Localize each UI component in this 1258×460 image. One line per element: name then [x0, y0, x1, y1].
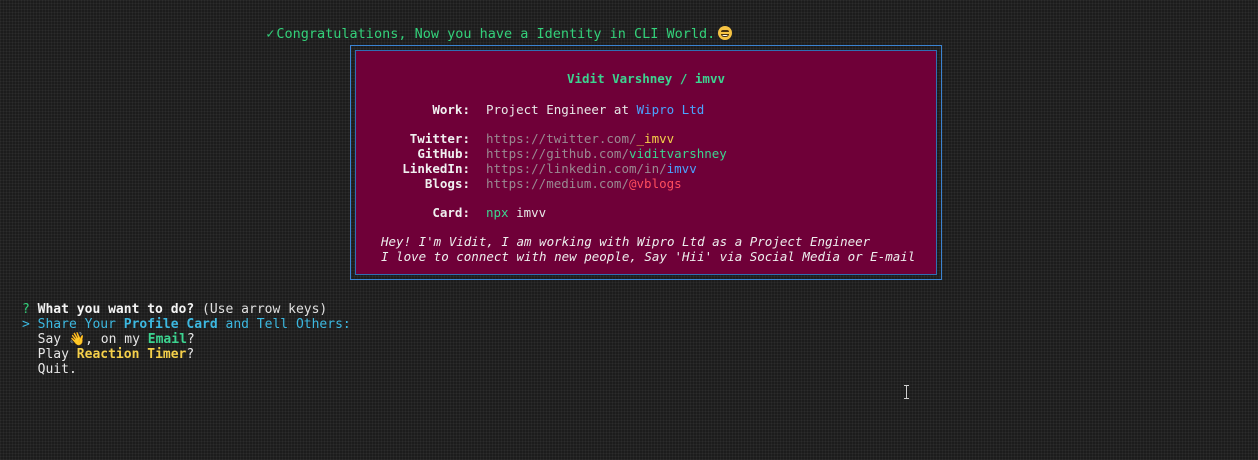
twitter-link[interactable]: https://twitter.com/_imvv	[486, 131, 674, 146]
grinning-face-icon	[718, 26, 733, 40]
package-name: imvv	[508, 205, 547, 220]
github-link[interactable]: https://github.com/viditvarshney	[486, 146, 727, 161]
option-text: Quit.	[37, 362, 77, 377]
work-value: Project Engineer at Wipro Ltd	[486, 102, 704, 117]
waving-hand-icon: 👋	[68, 332, 86, 347]
option-text-end: ?	[186, 347, 195, 362]
linkedin-handle: imvv	[666, 161, 697, 176]
option-text: Share Your	[37, 317, 124, 332]
npx-keyword: npx	[486, 205, 509, 220]
option-text: Play	[37, 347, 77, 362]
work-label: Work:	[432, 102, 470, 117]
linkedin-link[interactable]: https://linkedin.com/in/imvv	[486, 161, 697, 176]
question-hint: (Use arrow keys)	[194, 302, 328, 317]
card-cmd-label: Card:	[432, 205, 470, 220]
blogs-link[interactable]: https://medium.com/@vblogs	[486, 176, 682, 191]
option-text-end: and Tell Others:	[217, 317, 351, 332]
twitter-base-url: https://twitter.com/	[486, 131, 637, 146]
option-highlight: Reaction Timer	[76, 347, 187, 362]
profile-card-frame: Vidit Varshney / imvv Work: Project Engi…	[350, 45, 942, 280]
success-banner: ✓ Congratulations, Now you have a Identit…	[250, 7, 733, 42]
github-label: GitHub:	[417, 146, 470, 161]
blogs-base-url: https://medium.com/	[486, 176, 629, 191]
github-handle: viditvarshney	[629, 146, 727, 161]
option-text-mid: , on my	[85, 332, 148, 347]
menu-option-share-card[interactable]: > Share Your Profile Card and Tell Other…	[22, 317, 351, 333]
checkmark-icon: ✓	[266, 26, 275, 42]
work-text: Project Engineer at	[486, 102, 637, 117]
question-mark-icon: ?	[22, 302, 30, 317]
blogs-handle: @vblogs	[629, 176, 682, 191]
question-text: What you want to do?	[37, 302, 195, 317]
pointer-icon: >	[22, 317, 30, 332]
twitter-handle: _imvv	[636, 131, 675, 146]
prompt-question: ? What you want to do? (Use arrow keys)	[22, 302, 328, 318]
option-highlight: Profile Card	[123, 317, 218, 332]
linkedin-base-url: https://linkedin.com/in/	[486, 161, 667, 176]
menu-option-email[interactable]: Say 👋, on my Email?	[22, 332, 195, 348]
card-command: npx imvv	[486, 205, 546, 220]
text-cursor-icon	[903, 385, 910, 399]
menu-option-quit[interactable]: Quit.	[22, 362, 77, 378]
company-name: Wipro Ltd	[636, 102, 705, 117]
blogs-label: Blogs:	[424, 176, 470, 191]
card-name: Vidit Varshney / imvv	[566, 71, 726, 86]
bio-line-2: I love to connect with new people, Say '…	[381, 249, 916, 264]
twitter-label: Twitter:	[409, 131, 470, 146]
banner-text: Congratulations, Now you have a Identity…	[276, 26, 716, 42]
bio-line-1: Hey! I'm Vidit, I am working with Wipro …	[381, 234, 871, 249]
option-highlight: Email	[147, 332, 187, 347]
option-text: Say	[37, 332, 69, 347]
github-base-url: https://github.com/	[486, 146, 629, 161]
option-text-end: ?	[186, 332, 195, 347]
linkedin-label: LinkedIn:	[402, 161, 470, 176]
menu-option-reaction-timer[interactable]: Play Reaction Timer?	[22, 347, 195, 363]
profile-card: Vidit Varshney / imvv Work: Project Engi…	[355, 50, 937, 275]
